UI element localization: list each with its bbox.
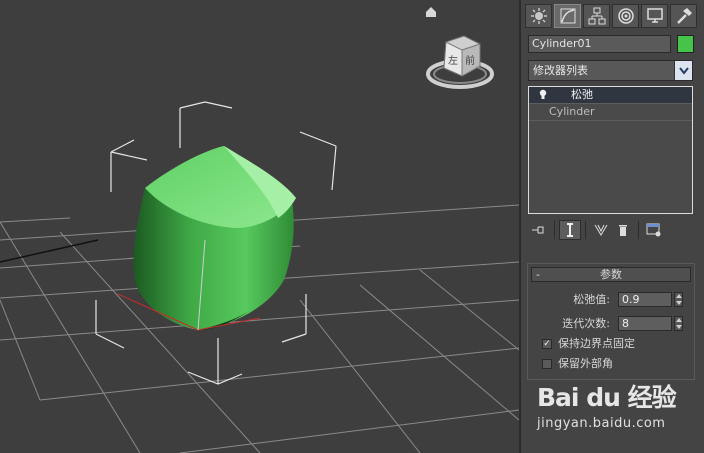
pin-stack-button[interactable]	[528, 220, 550, 240]
home-icon	[426, 7, 436, 17]
relax-value-row: 松弛值: 0.9	[530, 291, 690, 308]
make-unique-icon	[594, 224, 608, 236]
perspective-viewport[interactable]: 左 前	[0, 0, 519, 453]
tab-utilities[interactable]	[670, 4, 697, 28]
toolbar-divider	[638, 221, 639, 239]
chevron-down-icon[interactable]	[674, 61, 692, 80]
modifier-list-dropdown[interactable]: 修改器列表	[528, 60, 693, 81]
configure-modifier-sets-button[interactable]	[643, 220, 665, 240]
modifier-list-label: 修改器列表	[533, 64, 588, 77]
iterations-label: 迭代次数:	[562, 317, 610, 330]
motion-icon	[617, 8, 634, 24]
viewcube-face-label[interactable]: 左 前	[448, 52, 477, 67]
stack-item-label: Cylinder	[549, 105, 595, 118]
stack-toolbar	[528, 219, 693, 241]
object-name-field[interactable]: Cylinder01	[528, 35, 671, 53]
relax-value-spinner[interactable]	[674, 292, 683, 307]
end-result-icon	[567, 223, 573, 237]
baidu-jingyan-watermark: Bai du 经验 jingyan.baidu.com	[537, 378, 701, 438]
stack-item-relax[interactable]: 松弛	[529, 87, 692, 103]
watermark-url: jingyan.baidu.com	[537, 416, 666, 431]
stack-item-cylinder[interactable]: Cylinder	[529, 103, 692, 121]
tab-motion[interactable]	[612, 4, 639, 28]
modifier-stack: 松弛 Cylinder	[528, 86, 693, 214]
tab-create[interactable]	[525, 4, 552, 28]
toolbar-divider	[554, 221, 555, 239]
relax-value-label: 松弛值:	[573, 293, 610, 306]
rollout-title: 参数	[600, 268, 622, 281]
command-panel-tabs	[525, 4, 703, 30]
iterations-spinner[interactable]	[674, 316, 683, 331]
configure-sets-icon	[646, 223, 661, 237]
world-axis	[0, 239, 99, 263]
keep-boundary-checkbox[interactable]: ✓	[542, 339, 552, 349]
display-monitor-icon	[646, 8, 663, 23]
make-unique-button[interactable]	[590, 220, 612, 240]
stack-item-label: 松弛	[571, 88, 593, 101]
tab-modify[interactable]	[554, 4, 581, 28]
remove-modifier-button[interactable]	[612, 220, 634, 240]
object-color-swatch[interactable]	[677, 35, 694, 53]
trash-icon	[619, 225, 627, 236]
cylinder-object	[133, 146, 296, 330]
modify-curve-icon	[560, 8, 575, 24]
watermark-logo: Bai du 经验	[537, 383, 677, 412]
show-end-result-button[interactable]	[559, 220, 581, 240]
tab-hierarchy[interactable]	[583, 4, 610, 28]
viewport-canvas	[0, 7, 519, 453]
pin-icon	[532, 226, 544, 234]
save-outer-corners-label: 保留外部角	[558, 357, 613, 370]
save-outer-corners-checkbox[interactable]	[542, 359, 552, 369]
iterations-input[interactable]: 8	[618, 316, 672, 331]
parameters-rollout-header[interactable]: - 参数	[531, 267, 691, 282]
utilities-hammer-icon	[676, 8, 692, 24]
parameters-rollout: - 参数 松弛值: 0.9 迭代次数: 8 ✓ 保持边界点固定 保留外部角	[527, 263, 695, 380]
hierarchy-icon	[588, 7, 605, 25]
toolbar-divider	[585, 221, 586, 239]
keep-boundary-label: 保持边界点固定	[558, 337, 635, 350]
relax-value-input[interactable]: 0.9	[618, 292, 672, 307]
iterations-row: 迭代次数: 8	[530, 315, 690, 332]
tab-display[interactable]	[641, 4, 668, 28]
sun-create-icon	[530, 8, 547, 24]
